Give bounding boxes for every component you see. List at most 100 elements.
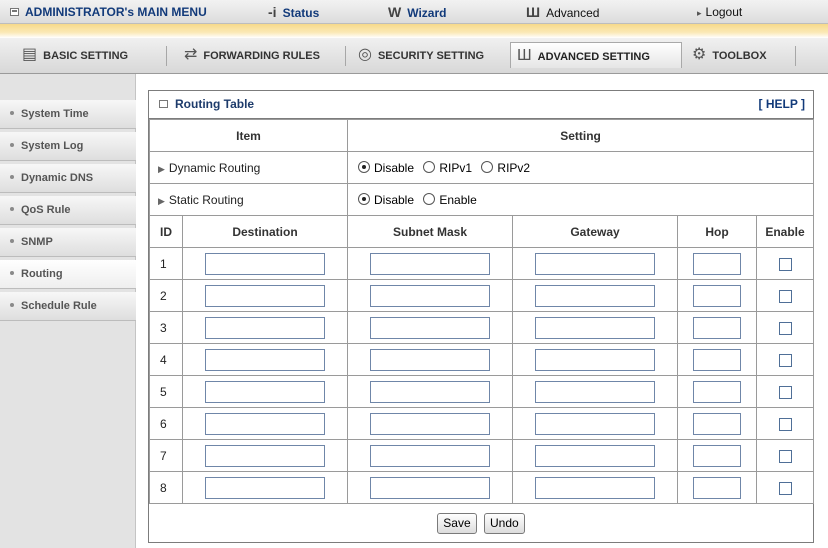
gateway-input[interactable] [535, 316, 655, 339]
hop-cell [677, 439, 757, 472]
tab-basic-setting[interactable]: ▤ BASIC SETTING [16, 42, 128, 68]
hop-input[interactable] [693, 380, 741, 403]
dynamic-disable-label: Disable [374, 160, 415, 175]
button-row: Save Undo [149, 504, 813, 544]
tab-toolbox[interactable]: ⚙ TOOLBOX [686, 42, 767, 68]
advanced-label: Advanced [546, 6, 600, 20]
destination-input[interactable] [205, 444, 325, 467]
sidebar-item-schedule-rule[interactable]: Schedule Rule [0, 292, 136, 321]
dynamic-ripv1-label: RIPv1 [439, 160, 473, 175]
subnet-mask-input[interactable] [370, 380, 490, 403]
table-row: 3 [149, 311, 815, 344]
enable-checkbox[interactable] [778, 385, 792, 399]
route-id: 1 [149, 247, 183, 280]
toolbox-icon: ⚙ [692, 46, 707, 63]
hop-input[interactable] [693, 476, 741, 499]
gateway-cell [512, 279, 678, 312]
menu-box-icon [10, 7, 19, 16]
status-link[interactable]: -i Status [268, 0, 319, 24]
dynamic-ripv1-radio[interactable] [423, 161, 436, 174]
hop-input[interactable] [693, 284, 741, 307]
gateway-input[interactable] [535, 412, 655, 435]
destination-cell [182, 311, 348, 344]
enable-cell [755, 439, 815, 472]
table-row: 5 [149, 375, 815, 408]
subnet-mask-input[interactable] [370, 316, 490, 339]
tab-security-setting[interactable]: ◎ SECURITY SETTING [352, 42, 484, 68]
tab-divider [795, 46, 796, 66]
enable-checkbox[interactable] [778, 417, 792, 431]
destination-input[interactable] [205, 316, 325, 339]
enable-checkbox[interactable] [778, 257, 792, 271]
subnet-mask-input[interactable] [370, 444, 490, 467]
route-id: 7 [149, 439, 183, 472]
destination-input[interactable] [205, 412, 325, 435]
sidebar-item-snmp[interactable]: SNMP [0, 228, 136, 257]
route-id: 5 [149, 375, 183, 408]
sidebar-item-routing[interactable]: Routing [0, 260, 136, 289]
destination-input[interactable] [205, 476, 325, 499]
logout-link[interactable]: ▸ Logout [697, 0, 742, 24]
enable-checkbox[interactable] [778, 353, 792, 367]
sidebar-item-label: System Time [21, 108, 89, 120]
sidebar-item-system-time[interactable]: System Time [0, 100, 136, 129]
dynamic-ripv2-radio[interactable] [481, 161, 494, 174]
static-enable-radio[interactable] [423, 193, 436, 206]
enable-checkbox[interactable] [778, 321, 792, 335]
undo-button[interactable]: Undo [484, 513, 525, 534]
main-menu-link[interactable]: ADMINISTRATOR's MAIN MENU [10, 0, 207, 24]
destination-cell [182, 375, 348, 408]
help-link[interactable]: [ HELP ] [759, 91, 805, 117]
enable-checkbox[interactable] [778, 449, 792, 463]
enable-cell [755, 311, 815, 344]
gateway-input[interactable] [535, 380, 655, 403]
destination-input[interactable] [205, 284, 325, 307]
hop-input[interactable] [693, 348, 741, 371]
sidebar-item-qos-rule[interactable]: QoS Rule [0, 196, 136, 225]
advanced-link[interactable]: Ш Advanced [526, 0, 599, 24]
enable-checkbox[interactable] [778, 481, 792, 495]
table-row: 8 [149, 471, 815, 504]
gateway-cell [512, 471, 678, 504]
forwarding-rules-icon: ⇄ [184, 46, 198, 63]
subnet-mask-input[interactable] [370, 348, 490, 371]
tab-advanced-setting[interactable]: Ш ADVANCED SETTING [510, 42, 682, 68]
static-disable-radio[interactable] [358, 193, 370, 206]
routing-table-panel: Routing Table [ HELP ] Item Setting ▶ Dyn… [148, 90, 815, 544]
hop-input[interactable] [693, 316, 741, 339]
hop-cell [677, 407, 757, 440]
bullet-icon [10, 143, 14, 148]
gateway-input[interactable] [535, 252, 655, 275]
hop-input[interactable] [693, 412, 741, 435]
save-button[interactable]: Save [437, 513, 477, 534]
hop-cell [677, 311, 757, 344]
gateway-input[interactable] [535, 444, 655, 467]
wizard-link[interactable]: W Wizard [388, 0, 446, 24]
sidebar-item-dynamic-dns[interactable]: Dynamic DNS [0, 164, 136, 193]
destination-input[interactable] [205, 252, 325, 275]
table-row: 4 [149, 343, 815, 376]
destination-cell [182, 407, 348, 440]
enable-checkbox[interactable] [778, 289, 792, 303]
destination-input[interactable] [205, 348, 325, 371]
hop-input[interactable] [693, 444, 741, 467]
dynamic-disable-radio[interactable] [358, 161, 370, 174]
hop-cell [677, 343, 757, 376]
dynamic-routing-label: ▶ Dynamic Routing [149, 151, 348, 184]
basic-setting-icon: ▤ [22, 46, 38, 63]
static-enable-label: Enable [439, 192, 477, 207]
enable-cell [755, 407, 815, 440]
gateway-input[interactable] [535, 348, 655, 371]
col-header-destination: Destination [182, 215, 348, 248]
subnet-mask-input[interactable] [370, 284, 490, 307]
gateway-input[interactable] [535, 284, 655, 307]
tab-divider [345, 46, 346, 66]
hop-input[interactable] [693, 252, 741, 275]
subnet-mask-input[interactable] [370, 412, 490, 435]
subnet-mask-input[interactable] [370, 252, 490, 275]
sidebar-item-system-log[interactable]: System Log [0, 132, 136, 161]
subnet-mask-input[interactable] [370, 476, 490, 499]
destination-input[interactable] [205, 380, 325, 403]
gateway-input[interactable] [535, 476, 655, 499]
tab-forwarding-rules[interactable]: ⇄ FORWARDING RULES [178, 42, 320, 68]
